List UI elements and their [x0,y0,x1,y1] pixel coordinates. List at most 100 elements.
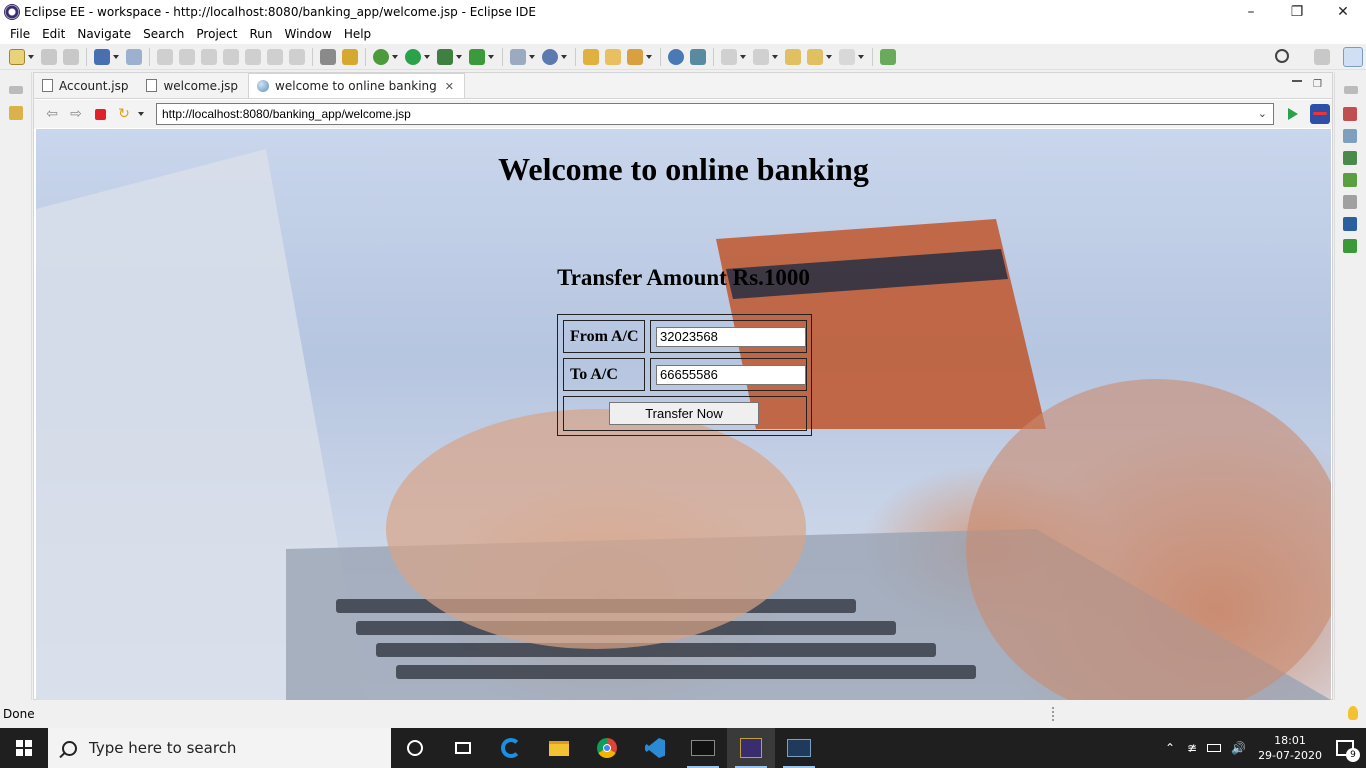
vscode-icon[interactable] [631,728,679,768]
open-resource-icon[interactable] [605,48,621,65]
previous-annotation-icon[interactable] [753,48,769,65]
menu-file[interactable]: File [4,27,36,41]
menu-search[interactable]: Search [137,27,190,41]
menu-run[interactable]: Run [243,27,278,41]
toggle-ant-icon[interactable] [690,48,706,65]
task-repository-icon[interactable] [342,48,358,65]
restore-icon[interactable] [1344,86,1358,94]
transfer-now-button[interactable]: Transfer Now [609,402,759,425]
generic-app-icon[interactable] [775,728,823,768]
eclipse-task-icon[interactable] [727,728,775,768]
tip-bulb-icon[interactable] [1348,706,1358,720]
terminate-icon[interactable] [201,48,217,65]
snippets-icon[interactable] [1343,239,1357,253]
tab-welcome-jsp[interactable]: welcome.jsp [138,73,248,98]
project-explorer-icon[interactable] [9,106,23,120]
show-hidden-icons-icon[interactable]: ⌃ [1165,741,1175,755]
pin-editor-icon[interactable] [880,48,896,65]
menu-project[interactable]: Project [190,27,243,41]
stop-icon[interactable] [92,106,108,122]
previous-annotation-dropdown-icon[interactable] [772,54,778,59]
go-icon[interactable] [1288,108,1298,120]
back-dropdown-icon[interactable] [826,54,832,59]
wifi-icon[interactable]: ≇ [1187,741,1197,755]
clock[interactable]: 18:01 29-07-2020 [1258,733,1322,763]
new-server-dropdown-icon[interactable] [529,54,535,59]
search-dropdown-icon[interactable] [646,54,652,59]
step-return-icon[interactable] [289,48,305,65]
cortana-icon[interactable] [391,728,439,768]
open-type-icon[interactable] [583,48,599,65]
refresh-icon[interactable]: ↻ [116,106,132,122]
new-dropdown-icon[interactable] [28,54,34,59]
new-icon[interactable] [9,48,25,65]
disconnect-icon[interactable] [223,48,239,65]
open-task-icon[interactable] [320,48,336,65]
external-tools-icon[interactable] [469,48,485,65]
run-icon[interactable] [405,48,421,65]
terminal-dropdown-icon[interactable] [113,54,119,59]
from-account-input[interactable] [656,326,806,347]
url-bar[interactable]: ⌄ [156,103,1274,125]
maximize-editor-icon[interactable]: ❐ [1313,79,1322,90]
minimize-button[interactable]: – [1228,0,1274,24]
servers-icon[interactable] [1343,173,1357,187]
quick-access-search-icon[interactable] [1275,49,1289,63]
external-tools-dropdown-icon[interactable] [488,54,494,59]
tab-account-jsp[interactable]: Account.jsp [34,73,138,98]
external-browser-icon[interactable] [1310,104,1330,124]
mysql-workbench-icon[interactable] [679,728,727,768]
next-annotation-icon[interactable] [721,48,737,65]
resume-icon[interactable] [157,48,173,65]
markers-icon[interactable] [1343,151,1357,165]
coverage-dropdown-icon[interactable] [456,54,462,59]
task-view-icon[interactable] [439,728,487,768]
task-list-icon[interactable] [1343,129,1357,143]
close-button[interactable]: ✕ [1320,0,1366,24]
menu-help[interactable]: Help [338,27,377,41]
terminal-icon[interactable] [94,48,110,65]
step-into-icon[interactable] [245,48,261,65]
debug-icon[interactable] [373,48,389,65]
refresh-dropdown-icon[interactable] [138,112,144,116]
start-button[interactable] [0,728,48,768]
menu-edit[interactable]: Edit [36,27,71,41]
run-dropdown-icon[interactable] [424,54,430,59]
tab-browser-welcome[interactable]: welcome to online banking ✕ [248,73,465,98]
forward-arrow-icon[interactable]: ⇨ [68,106,84,122]
close-tab-icon[interactable]: ✕ [445,80,454,93]
last-edit-icon[interactable] [785,48,801,65]
maximize-button[interactable]: ❐ [1274,0,1320,24]
open-perspective-icon[interactable] [1314,49,1330,65]
coverage-icon[interactable] [437,48,453,65]
forward-dropdown-icon[interactable] [858,54,864,59]
suspend-icon[interactable] [179,48,195,65]
menu-navigate[interactable]: Navigate [71,27,137,41]
outline-icon[interactable] [1343,107,1357,121]
skip-breakpoints-icon[interactable] [126,48,142,65]
chevron-down-icon[interactable]: ⌄ [1258,107,1267,120]
minimize-editor-icon[interactable] [1292,79,1302,82]
volume-icon[interactable]: 🔊 [1231,741,1246,755]
to-account-input[interactable] [656,364,806,385]
forward-icon[interactable] [839,48,855,65]
save-icon[interactable] [41,48,57,65]
edge-icon[interactable] [487,728,535,768]
url-input[interactable] [162,107,1247,121]
battery-icon[interactable] [1207,744,1222,752]
step-over-icon[interactable] [267,48,283,65]
menu-window[interactable]: Window [278,27,337,41]
properties-icon[interactable] [1343,195,1357,209]
new-server-icon[interactable] [510,48,526,65]
chrome-icon[interactable] [583,728,631,768]
back-icon[interactable] [807,48,823,65]
debug-dropdown-icon[interactable] [392,54,398,59]
notifications-icon[interactable]: 9 [1336,740,1360,762]
restore-icon[interactable] [9,86,23,94]
new-web-icon[interactable] [542,48,558,65]
java-ee-perspective-icon[interactable] [1343,47,1363,67]
web-browser-icon[interactable] [668,48,684,65]
new-web-dropdown-icon[interactable] [561,54,567,59]
file-explorer-icon[interactable] [535,728,583,768]
next-annotation-dropdown-icon[interactable] [740,54,746,59]
